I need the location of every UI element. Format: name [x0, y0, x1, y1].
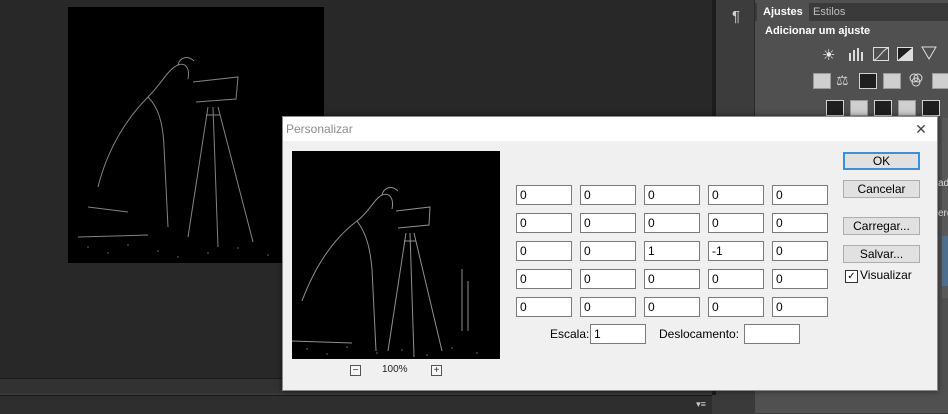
dialog-title: Personalizar — [286, 122, 353, 136]
matrix-cell[interactable] — [580, 213, 636, 233]
photo-filter-icon[interactable] — [883, 73, 901, 89]
matrix-cell[interactable] — [708, 297, 764, 317]
matrix-cell[interactable] — [580, 269, 636, 289]
zoom-level: 100% — [382, 364, 408, 375]
matrix-cell[interactable] — [516, 269, 572, 289]
matrix-cell[interactable] — [772, 241, 828, 261]
offset-label: Deslocamento: — [659, 327, 740, 341]
color-balance-icon[interactable]: ⚖ — [836, 72, 849, 89]
color-lookup-icon[interactable] — [932, 73, 948, 89]
scale-input[interactable] — [590, 324, 646, 344]
matrix-cell[interactable] — [708, 213, 764, 233]
tab-ajustes[interactable]: Ajustes — [757, 3, 809, 21]
matrix-cell[interactable] — [708, 241, 764, 261]
invert-icon[interactable] — [826, 100, 844, 116]
matrix-cell[interactable] — [580, 241, 636, 261]
curves-icon[interactable] — [873, 47, 889, 61]
selective-color-icon[interactable] — [922, 100, 940, 116]
matrix-cell[interactable] — [580, 297, 636, 317]
dialog-titlebar[interactable]: Personalizar ✕ — [283, 117, 937, 141]
save-button[interactable]: Salvar... — [843, 245, 920, 263]
matrix-cell[interactable] — [516, 297, 572, 317]
panel-tab-bar: Ajustes Estilos — [755, 3, 948, 21]
panel-edge-label: ado — [938, 178, 948, 189]
paragraph-icon[interactable]: ¶ — [727, 8, 745, 26]
levels-icon[interactable] — [848, 47, 866, 61]
filter-preview[interactable] — [292, 151, 500, 359]
matrix-cell[interactable] — [516, 213, 572, 233]
preview-checkbox-label[interactable]: Visualizar — [860, 268, 912, 282]
status-bar — [0, 395, 712, 414]
custom-filter-dialog: Personalizar ✕ − 100% + 0 0 0 0 0 0 0 0 … — [282, 116, 938, 391]
matrix-cell[interactable] — [772, 297, 828, 317]
brightness-icon[interactable]: ☀ — [822, 46, 835, 64]
posterize-icon[interactable] — [850, 100, 868, 116]
matrix-cell[interactable] — [516, 241, 572, 261]
exposure-icon[interactable] — [897, 47, 913, 61]
preview-checkbox[interactable]: ✓ — [845, 270, 858, 283]
channel-mixer-icon[interactable] — [908, 72, 924, 88]
matrix-cell[interactable] — [772, 185, 828, 205]
matrix-cell[interactable] — [708, 269, 764, 289]
panel-heading: Adicionar um ajuste — [765, 25, 871, 37]
matrix-cell[interactable] — [644, 269, 700, 289]
load-button[interactable]: Carregar... — [843, 217, 920, 235]
threshold-icon[interactable] — [874, 100, 892, 116]
matrix-cell[interactable] — [644, 297, 700, 317]
matrix-cell[interactable] — [708, 185, 764, 205]
matrix-cell[interactable] — [772, 269, 828, 289]
matrix-cell[interactable] — [516, 185, 572, 205]
selected-layer-edge — [942, 236, 948, 286]
ok-button[interactable]: OK — [843, 152, 920, 170]
panel-edge-label: ere — [938, 208, 948, 219]
close-icon[interactable]: ✕ — [911, 120, 931, 138]
scale-label: Escala: — [550, 327, 590, 341]
vibrance-icon[interactable] — [921, 45, 937, 61]
matrix-cell[interactable] — [644, 185, 700, 205]
matrix-cell[interactable] — [644, 241, 700, 261]
black-white-icon[interactable] — [859, 73, 877, 89]
matrix-cell[interactable] — [644, 213, 700, 233]
matrix-cell[interactable] — [580, 185, 636, 205]
zoom-out-button[interactable]: − — [350, 365, 361, 376]
zoom-in-button[interactable]: + — [431, 365, 442, 376]
hue-saturation-icon[interactable] — [813, 73, 831, 89]
cancel-button[interactable]: Cancelar — [843, 180, 920, 198]
matrix-cell[interactable] — [772, 213, 828, 233]
offset-input[interactable] — [744, 324, 800, 344]
tab-estilos[interactable]: Estilos — [807, 3, 851, 21]
status-menu-icon[interactable]: ▾≡ — [692, 397, 710, 411]
gradient-map-icon[interactable] — [898, 100, 916, 116]
preview-image — [292, 151, 500, 359]
